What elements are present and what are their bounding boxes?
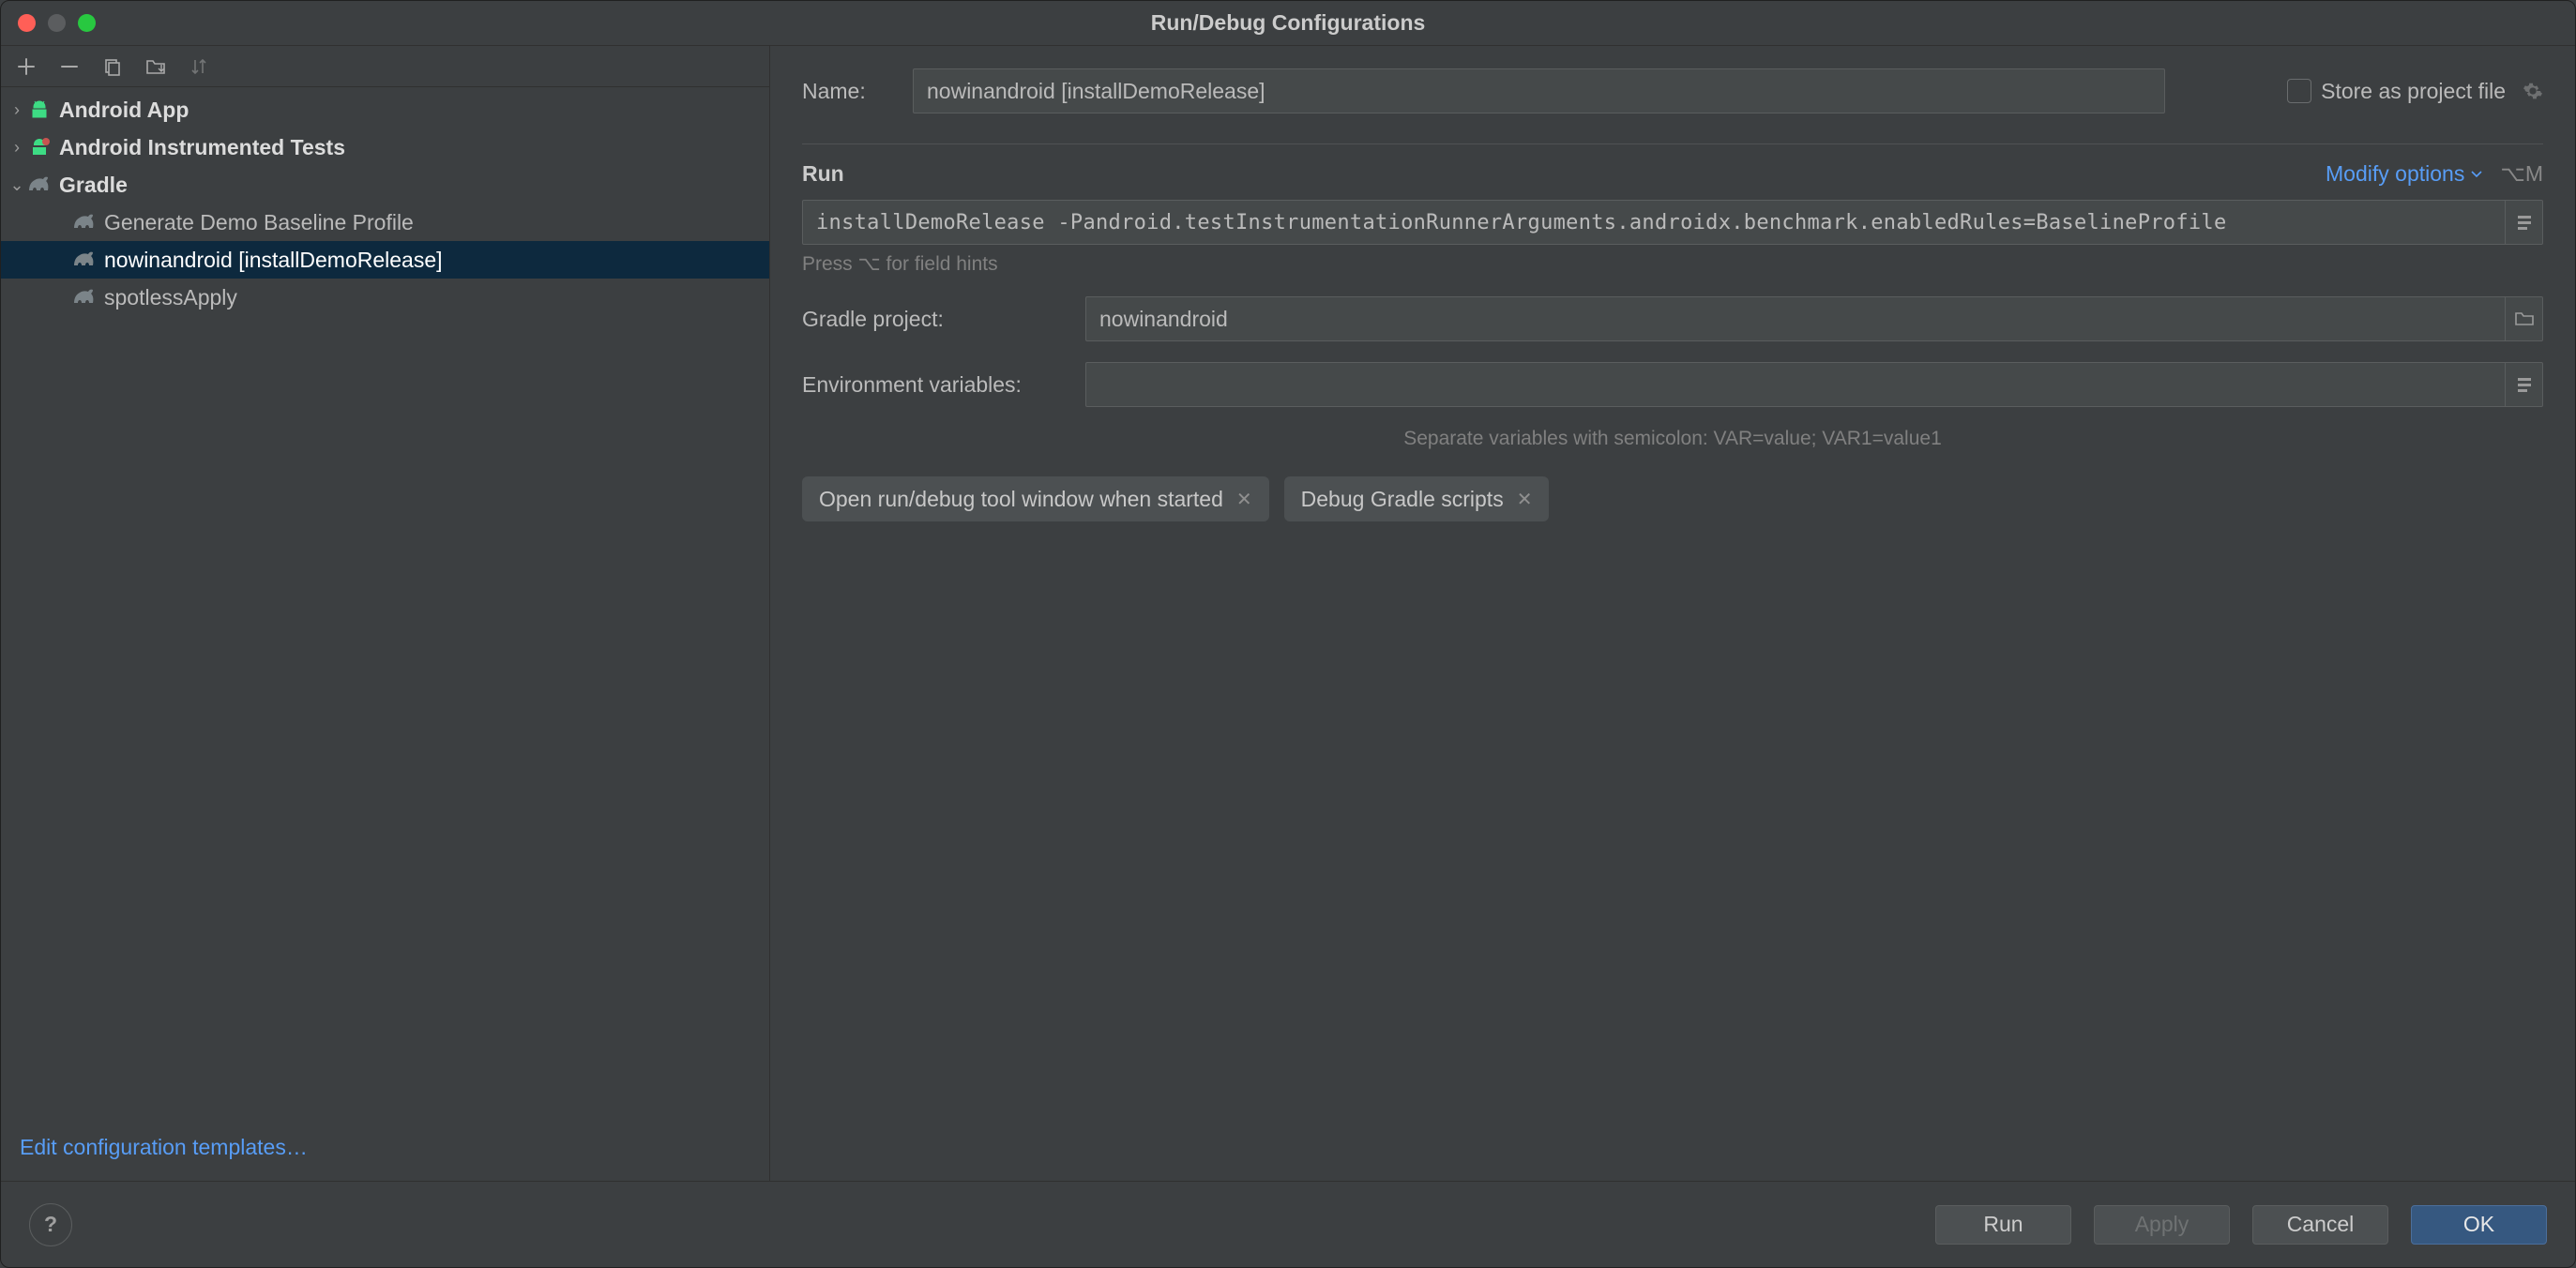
env-vars-input[interactable] bbox=[1085, 362, 2506, 407]
gradle-icon bbox=[72, 248, 97, 272]
gradle-project-input[interactable] bbox=[1085, 296, 2506, 341]
modify-options-label: Modify options bbox=[2326, 161, 2464, 187]
config-toolbar bbox=[1, 46, 769, 87]
chip-remove-icon[interactable]: ✕ bbox=[1517, 488, 1533, 511]
tree-item[interactable]: Generate Demo Baseline Profile bbox=[1, 204, 769, 241]
chevron-down-icon bbox=[2470, 168, 2483, 181]
store-as-project-label: Store as project file bbox=[2321, 79, 2506, 104]
tree-item-label: Android App bbox=[59, 98, 189, 123]
browse-project-button[interactable] bbox=[2506, 296, 2543, 341]
gear-icon[interactable] bbox=[2523, 81, 2543, 101]
tree-item-label: spotlessApply bbox=[104, 285, 237, 310]
android-test-icon bbox=[27, 135, 52, 159]
window-minimize-icon[interactable] bbox=[48, 14, 66, 32]
env-vars-hint: Separate variables with semicolon: VAR=v… bbox=[802, 428, 2543, 450]
save-folder-button[interactable] bbox=[144, 54, 168, 79]
tree-item[interactable]: › Android App bbox=[1, 91, 769, 128]
name-input[interactable] bbox=[913, 68, 2165, 113]
chevron-icon[interactable]: › bbox=[7, 100, 27, 120]
android-icon bbox=[27, 98, 52, 122]
tree-item[interactable]: spotlessApply bbox=[1, 279, 769, 316]
option-chip[interactable]: Debug Gradle scripts ✕ bbox=[1284, 476, 1550, 521]
name-label: Name: bbox=[802, 79, 913, 104]
help-button[interactable]: ? bbox=[29, 1203, 72, 1246]
config-tree: › Android App › Android Instrumented Tests ⌄… bbox=[1, 87, 769, 1122]
expand-field-button[interactable] bbox=[2506, 200, 2543, 245]
option-chips: Open run/debug tool window when started ✕… bbox=[802, 476, 2543, 521]
gradle-project-label: Gradle project: bbox=[802, 307, 1085, 332]
cancel-button[interactable]: Cancel bbox=[2252, 1205, 2388, 1245]
window-close-icon[interactable] bbox=[18, 14, 36, 32]
copy-config-button[interactable] bbox=[100, 54, 125, 79]
window-title: Run/Debug Configurations bbox=[1151, 10, 1426, 36]
run-section-title: Run bbox=[802, 161, 844, 187]
chip-label: Open run/debug tool window when started bbox=[819, 487, 1223, 512]
ok-button[interactable]: OK bbox=[2411, 1205, 2547, 1245]
run-arguments-input[interactable] bbox=[802, 200, 2506, 245]
chip-remove-icon[interactable]: ✕ bbox=[1236, 488, 1252, 511]
chip-label: Debug Gradle scripts bbox=[1301, 487, 1504, 512]
tree-item-label: Gradle bbox=[59, 173, 128, 198]
env-vars-label: Environment variables: bbox=[802, 372, 1085, 398]
divider bbox=[802, 143, 2543, 144]
store-as-project-checkbox[interactable] bbox=[2287, 79, 2311, 103]
titlebar: Run/Debug Configurations bbox=[1, 1, 2575, 46]
add-config-button[interactable] bbox=[14, 54, 38, 79]
sort-button[interactable] bbox=[187, 54, 211, 79]
edit-templates-link[interactable]: Edit configuration templates… bbox=[1, 1122, 769, 1181]
run-button[interactable]: Run bbox=[1935, 1205, 2071, 1245]
modify-options-shortcut: ⌥M bbox=[2500, 161, 2543, 187]
modify-options-link[interactable]: Modify options bbox=[2326, 161, 2483, 187]
gradle-group-icon bbox=[27, 173, 52, 197]
tree-item-label: nowinandroid [installDemoRelease] bbox=[104, 248, 443, 273]
option-chip[interactable]: Open run/debug tool window when started ✕ bbox=[802, 476, 1269, 521]
apply-button: Apply bbox=[2094, 1205, 2230, 1245]
tree-item-label: Android Instrumented Tests bbox=[59, 135, 345, 160]
gradle-icon bbox=[72, 285, 97, 309]
env-vars-expand-button[interactable] bbox=[2506, 362, 2543, 407]
chevron-icon[interactable]: › bbox=[7, 138, 27, 158]
gradle-icon bbox=[72, 210, 97, 234]
tree-item[interactable]: ⌄ Gradle bbox=[1, 166, 769, 204]
tree-item-label: Generate Demo Baseline Profile bbox=[104, 210, 414, 235]
chevron-icon[interactable]: ⌄ bbox=[7, 175, 27, 195]
tree-item[interactable]: › Android Instrumented Tests bbox=[1, 128, 769, 166]
window-zoom-icon[interactable] bbox=[78, 14, 96, 32]
field-hint: Press ⌥ for field hints bbox=[802, 252, 2543, 276]
tree-item[interactable]: nowinandroid [installDemoRelease] bbox=[1, 241, 769, 279]
remove-config-button[interactable] bbox=[57, 54, 82, 79]
